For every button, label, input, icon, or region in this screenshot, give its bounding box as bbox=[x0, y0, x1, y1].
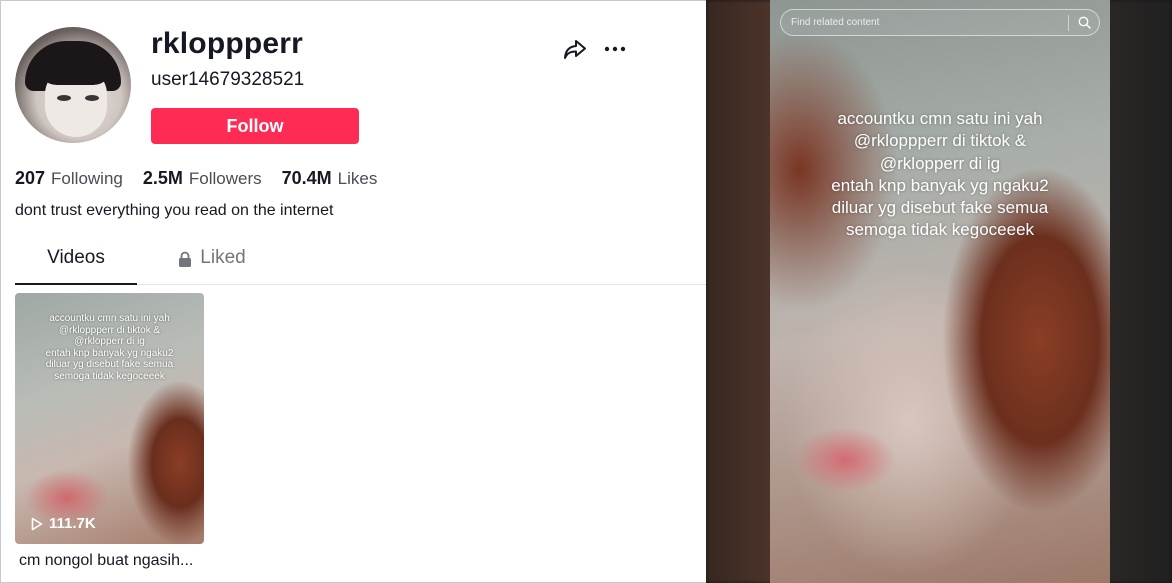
stat-likes: 70.4M Likes bbox=[282, 168, 378, 189]
avatar[interactable] bbox=[15, 27, 131, 143]
stat-followers-label: Followers bbox=[188, 169, 262, 188]
profile-username: rkloppperr bbox=[151, 27, 304, 60]
video-caption[interactable]: cm nongol buat ngasih... bbox=[19, 552, 193, 570]
lock-icon bbox=[179, 251, 192, 267]
video-player-panel: accountku cmn satu ini yah @rkloppperr d… bbox=[706, 0, 1172, 583]
stat-likes-value: 70.4M bbox=[281, 168, 332, 188]
stat-following-value: 207 bbox=[15, 168, 46, 188]
tab-liked[interactable]: Liked bbox=[167, 247, 257, 285]
profile-stats: 207 Following 2.5M Followers 70.4M Likes bbox=[15, 168, 397, 189]
video-views-value: 111.7K bbox=[49, 515, 96, 532]
profile-bio: dont trust everything you read on the in… bbox=[15, 202, 334, 219]
video-thumbnail-overlay-text: accountku cmn satu ini yah @rkloppperr d… bbox=[45, 313, 174, 382]
tab-liked-label: Liked bbox=[200, 247, 246, 268]
stat-following-label: Following bbox=[51, 169, 123, 188]
video-frame[interactable]: accountku cmn satu ini yah @rkloppperr d… bbox=[770, 0, 1110, 583]
profile-panel: rkloppperr user14679328521 Follow 207 Fo… bbox=[0, 0, 707, 583]
stat-following[interactable]: 207 Following bbox=[15, 168, 123, 189]
video-overlay-text: accountku cmn satu ini yah @rkloppperr d… bbox=[831, 109, 1049, 240]
tab-videos[interactable]: Videos bbox=[15, 247, 137, 285]
avatar-eye-right bbox=[85, 95, 99, 101]
tab-videos-label: Videos bbox=[47, 247, 105, 268]
stat-likes-label: Likes bbox=[337, 169, 378, 188]
profile-handle: user14679328521 bbox=[151, 69, 305, 90]
stat-followers-value: 2.5M bbox=[142, 168, 183, 188]
follow-button[interactable]: Follow bbox=[151, 108, 359, 144]
share-icon[interactable] bbox=[562, 37, 588, 61]
stat-followers[interactable]: 2.5M Followers bbox=[143, 168, 262, 189]
profile-tabs: Videos Liked bbox=[15, 247, 707, 285]
avatar-eye-left bbox=[57, 95, 71, 101]
video-card[interactable]: accountku cmn satu ini yah @rkloppperr d… bbox=[15, 293, 204, 544]
play-icon bbox=[31, 517, 43, 530]
avatar-fringe bbox=[37, 63, 113, 85]
more-icon[interactable] bbox=[602, 37, 628, 61]
video-view-count: 111.7K bbox=[31, 515, 96, 532]
search-icon[interactable] bbox=[1069, 9, 1099, 36]
related-search-bar[interactable] bbox=[780, 9, 1100, 36]
related-search-input[interactable] bbox=[781, 17, 1068, 28]
